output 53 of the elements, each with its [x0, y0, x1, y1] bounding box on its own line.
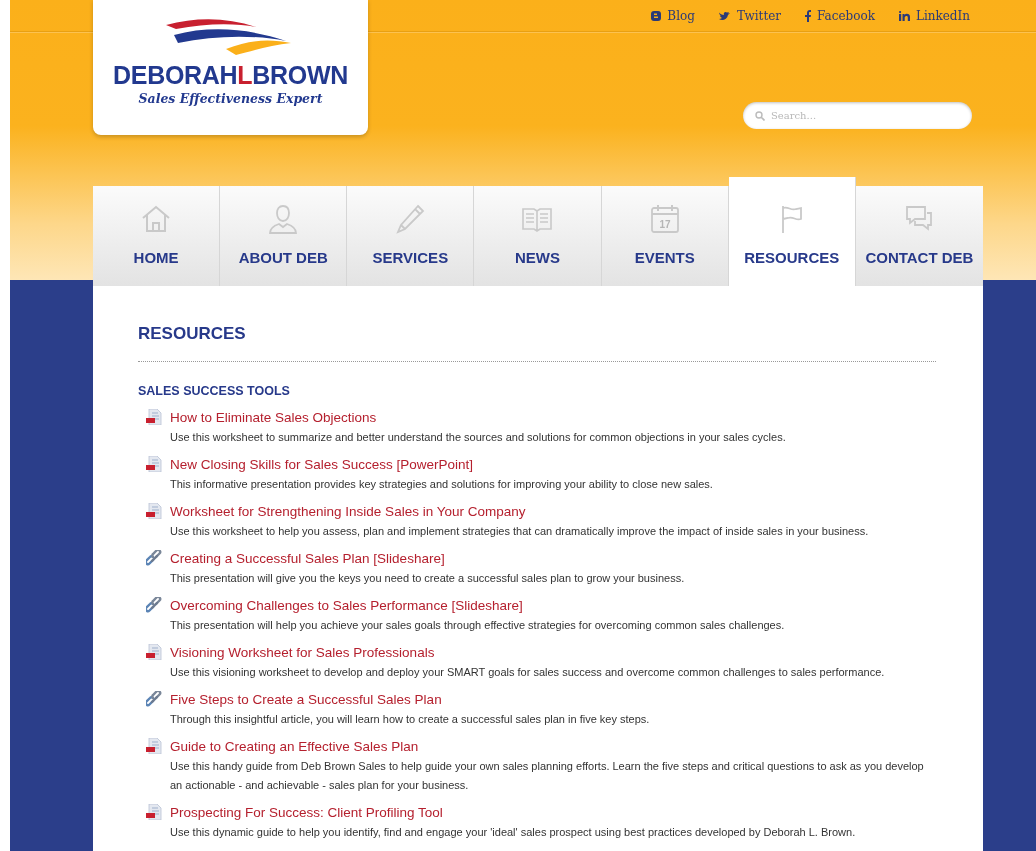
- search-icon: [755, 111, 765, 121]
- social-link[interactable]: Blog: [651, 8, 695, 23]
- nav-tab[interactable]: 17 EVENTS: [601, 186, 729, 286]
- logo-card[interactable]: DEBORAHLBROWN Sales Effectiveness Expert: [93, 0, 368, 135]
- nav-tab[interactable]: SERVICES: [347, 186, 475, 286]
- document-icon: [146, 804, 162, 820]
- logo-initial: L: [237, 63, 253, 88]
- resource-link[interactable]: New Closing Skills for Sales Success [PowerPoint]: [170, 456, 474, 474]
- document-icon: [146, 738, 162, 754]
- link-icon: [146, 691, 163, 708]
- section-heading: SALES SUCCESS TOOLS: [138, 384, 291, 398]
- linkedin-icon: [898, 10, 910, 21]
- resource-link[interactable]: Five Steps to Create a Successful Sales Plan: [170, 691, 442, 709]
- logo-name: BROWN: [252, 63, 348, 88]
- resource-description: Use this worksheet to summarize and better understand the sources and solutions for common objections in your sales cycles.: [170, 430, 787, 445]
- facebook-icon: [805, 9, 812, 22]
- resource-link[interactable]: Creating a Successful Sales Plan [Slideshare]: [170, 550, 445, 568]
- social-link[interactable]: Facebook: [805, 8, 875, 23]
- nav-tab[interactable]: ABOUT DEB: [220, 186, 348, 286]
- resource-link[interactable]: How to Eliminate Sales Objections: [170, 409, 377, 427]
- resource-link[interactable]: Visioning Worksheet for Sales Professionals: [170, 644, 435, 662]
- pencil-icon: [394, 203, 427, 235]
- nav-tab[interactable]: HOME: [93, 186, 221, 286]
- blog-icon: [651, 10, 662, 21]
- resource-description: Use this visioning worksheet to develop and deploy your SMART goals for sales success and overcome common challenges to sales performance.: [170, 665, 886, 680]
- logo-name: DEBORAH: [113, 63, 238, 88]
- logo-tagline: Sales Effectiveness Expert: [138, 91, 323, 106]
- social-link[interactable]: Twitter: [718, 8, 782, 23]
- search-field[interactable]: Search...: [743, 102, 972, 129]
- resource-description: Use this dynamic guide to help you identify, find and engage your 'ideal' sales prospect using best practices developed by Deborah L. Brown.: [170, 825, 857, 840]
- resource-link[interactable]: Guide to Creating an Effective Sales Plan: [170, 738, 419, 756]
- resource-description: Use this handy guide from Deb Brown Sales to help guide your own sales planning efforts. Learn the five steps and critical questions to ask as you develop an actionable - and achievable - sales plan for your business.: [170, 759, 925, 793]
- resource-description: Use this worksheet to help you assess, plan and implement strategies that can dramatically improve the impact of inside sales in your business.: [170, 524, 870, 539]
- nav-tab[interactable]: CONTACT DEB: [855, 186, 983, 286]
- nav-tab[interactable]: NEWS: [474, 186, 602, 286]
- link-icon: [146, 550, 163, 567]
- resource-link[interactable]: Overcoming Challenges to Sales Performance [Slideshare]: [170, 597, 523, 615]
- bird-icon: [718, 10, 731, 21]
- page-title: RESOURCES: [138, 324, 936, 362]
- resource-description: This presentation will give you the keys you need to create a successful sales plan to grow your business.: [170, 571, 686, 586]
- resource-description: This informative presentation provides key strategies and solutions for improving your ability to close new sales.: [170, 477, 714, 492]
- document-icon: [146, 409, 162, 425]
- link-icon: [146, 597, 163, 614]
- document-icon: [146, 644, 162, 660]
- resource-link[interactable]: Worksheet for Strengthening Inside Sales in Your Company: [170, 503, 526, 521]
- resource-description: This presentation will help you achieve your sales goals through effective strategies for overcoming common sales challenges.: [170, 618, 786, 633]
- document-icon: [146, 456, 162, 472]
- person-icon: [267, 203, 300, 235]
- document-icon: [146, 503, 162, 519]
- resource-description: Through this insightful article, you will learn how to create a successful sales plan in five key steps.: [170, 712, 651, 727]
- resource-link[interactable]: Prospecting For Success: Client Profiling Tool: [170, 804, 443, 822]
- social-link[interactable]: LinkedIn: [898, 8, 970, 23]
- nav-tab[interactable]: RESOURCES: [728, 177, 856, 286]
